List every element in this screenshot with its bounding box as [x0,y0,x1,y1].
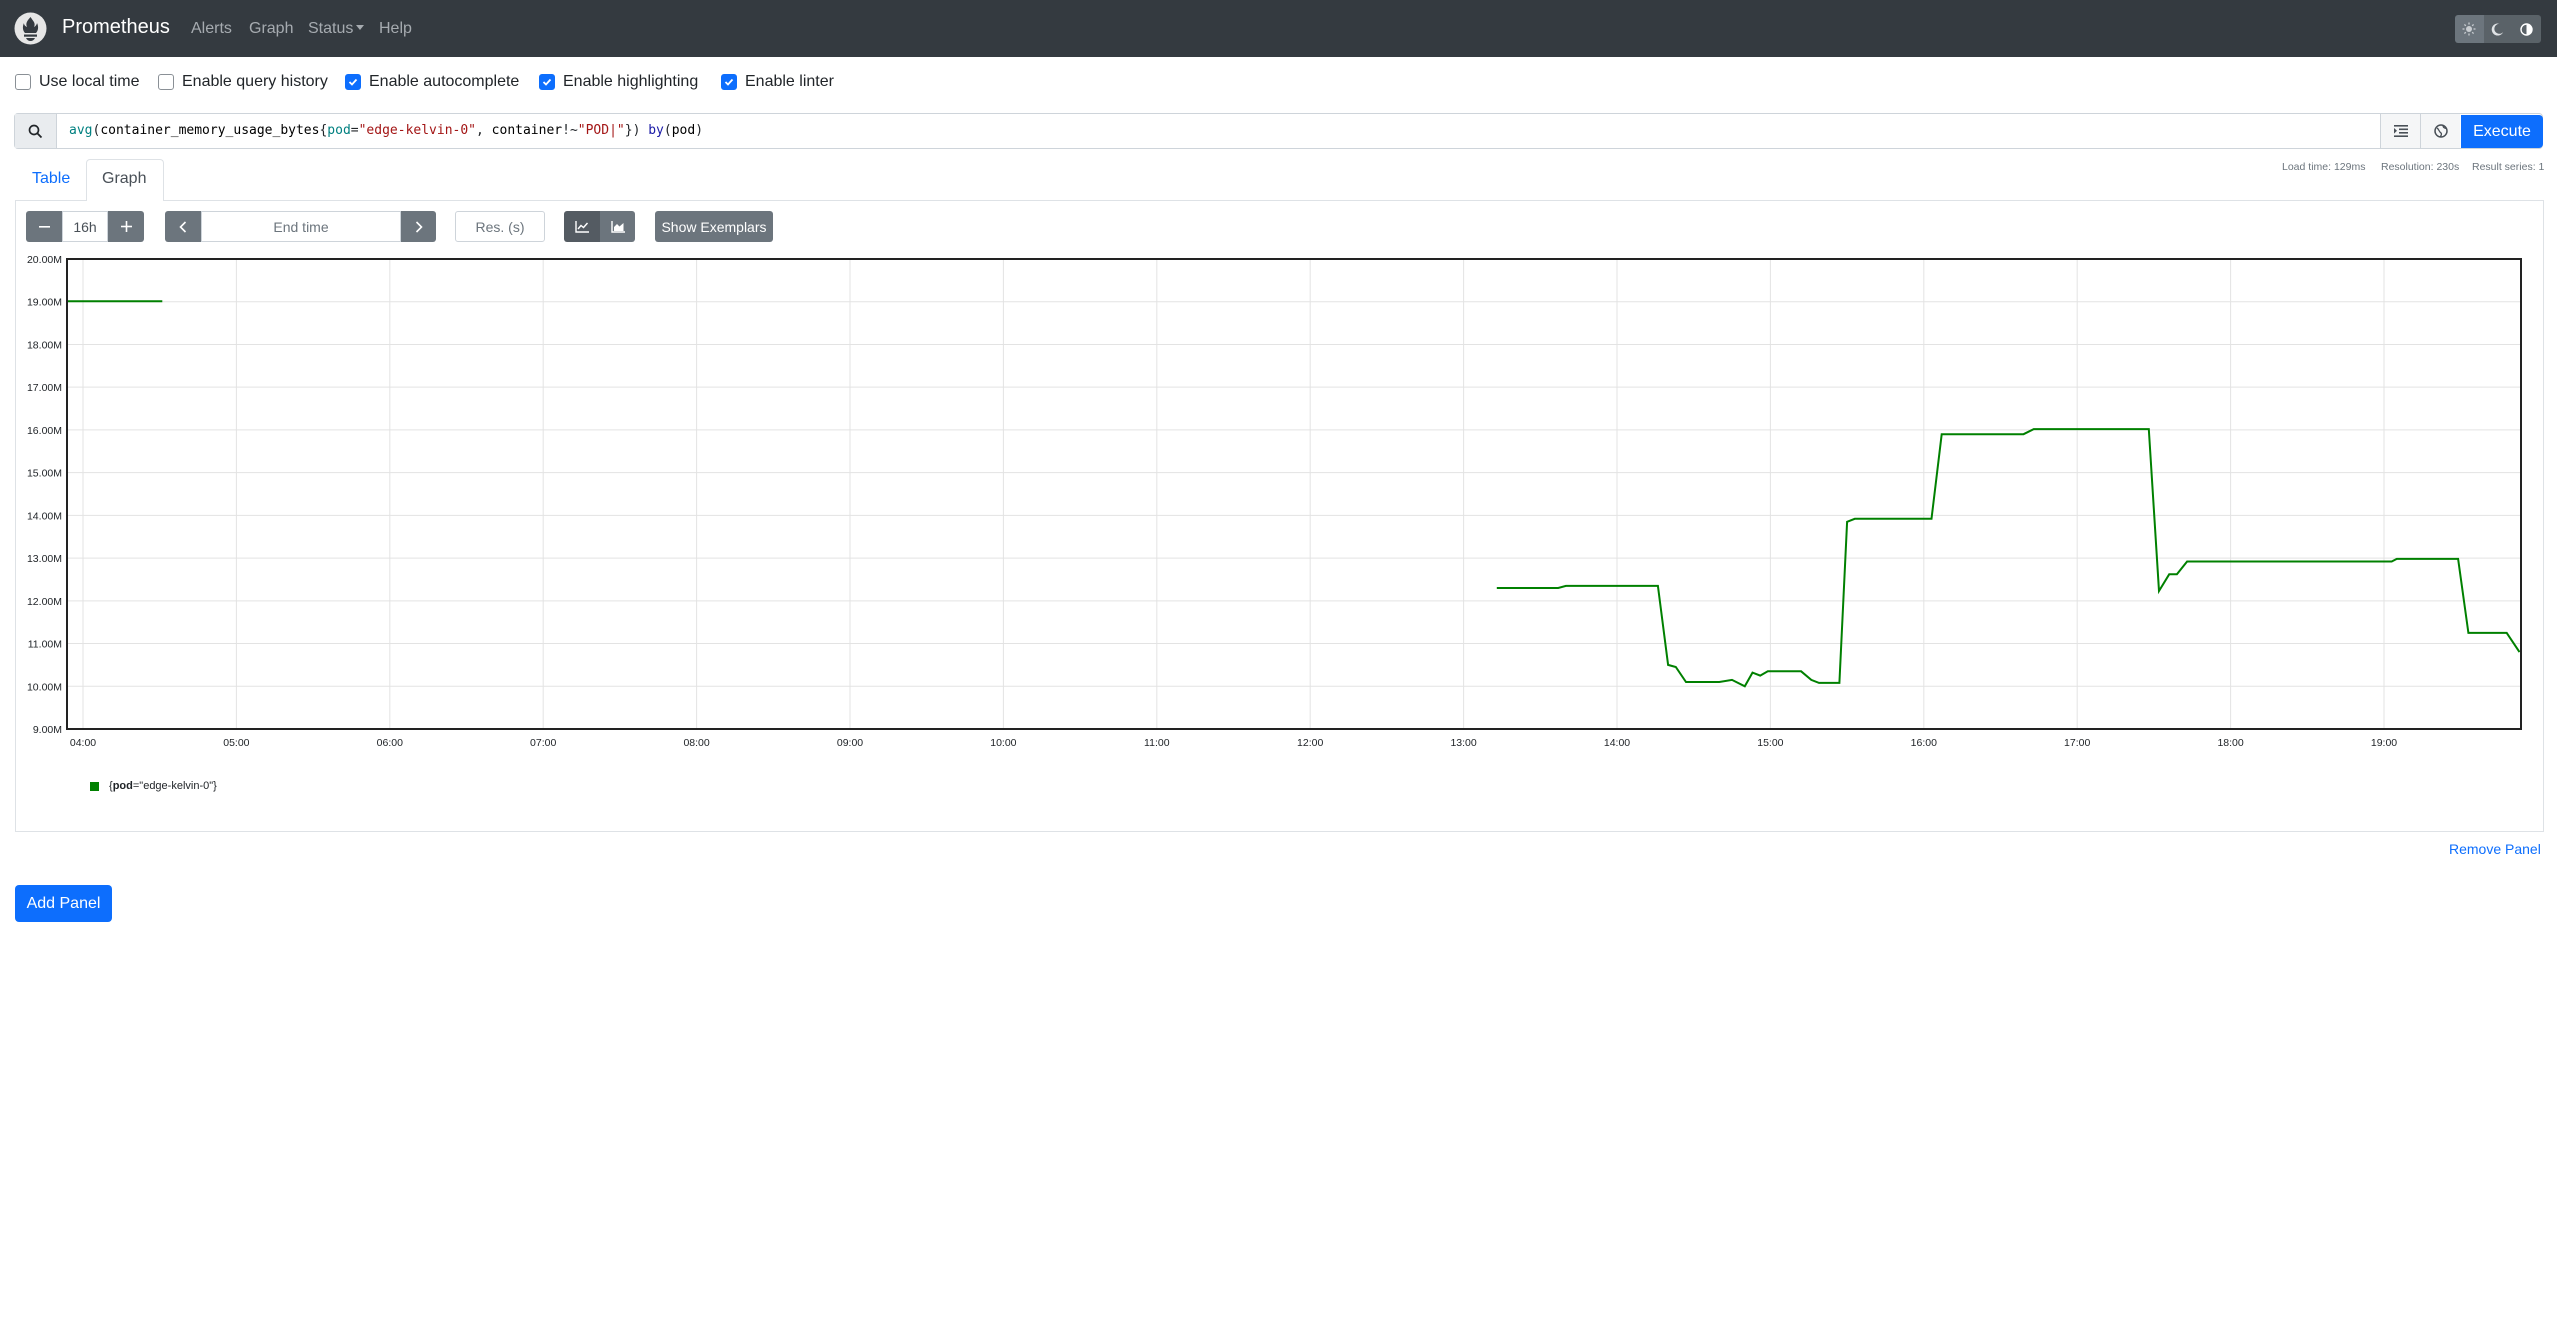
y-tick-label: 9.00M [33,724,62,736]
chart-x-axis: 04:00 05:00 06:00 07:00 08:00 09:00 10:00 11:00… [70,737,2397,749]
x-tick-label: 19:00 [2371,737,2397,749]
y-tick-label: 10.00M [27,681,62,693]
x-tick-label: 18:00 [2217,737,2243,749]
x-tick-label: 14:00 [1604,737,1630,749]
graph-chart: 9.00M 10.00M 11.00M 12.00M 13.00M 14.00M 15.00… [27,254,2522,749]
y-tick-label: 14.00M [27,510,62,522]
chart-y-axis: 9.00M 10.00M 11.00M 12.00M 13.00M 14.00M 15.00… [27,254,62,736]
x-tick-label: 04:00 [70,737,96,749]
x-tick-label: 08:00 [683,737,709,749]
y-tick-label: 19.00M [27,297,62,309]
y-tick-label: 16.00M [27,425,62,437]
chart-series [67,300,2521,688]
legend-label-value: "edge-kelvin-0" [139,780,214,792]
x-tick-label: 13:00 [1450,737,1476,749]
y-tick-label: 13.00M [27,553,62,565]
y-tick-label: 18.00M [27,339,62,351]
add-panel-button[interactable]: Add Panel [15,885,112,922]
x-tick-label: 15:00 [1757,737,1783,749]
legend-label-key: pod [112,780,133,792]
y-tick-label: 11.00M [28,639,62,651]
x-tick-label: 11:00 [1144,737,1170,749]
remove-panel-link[interactable]: Remove Panel [2449,841,2541,857]
x-tick-label: 16:00 [1911,737,1937,749]
x-tick-label: 05:00 [223,737,249,749]
x-tick-label: 12:00 [1297,737,1323,749]
y-tick-label: 20.00M [27,254,62,266]
y-tick-label: 12.00M [27,596,62,608]
legend-swatch [90,781,99,791]
x-tick-label: 17:00 [2064,737,2090,749]
y-tick-label: 17.00M [27,382,62,394]
x-tick-label: 06:00 [377,737,403,749]
legend-item[interactable]: {pod="edge-kelvin-0"} [90,780,217,792]
legend-label: {pod="edge-kelvin-0"} [109,780,217,792]
x-tick-label: 07:00 [530,737,556,749]
y-tick-label: 15.00M [27,468,62,480]
x-tick-label: 10:00 [990,737,1016,749]
x-tick-label: 09:00 [837,737,863,749]
